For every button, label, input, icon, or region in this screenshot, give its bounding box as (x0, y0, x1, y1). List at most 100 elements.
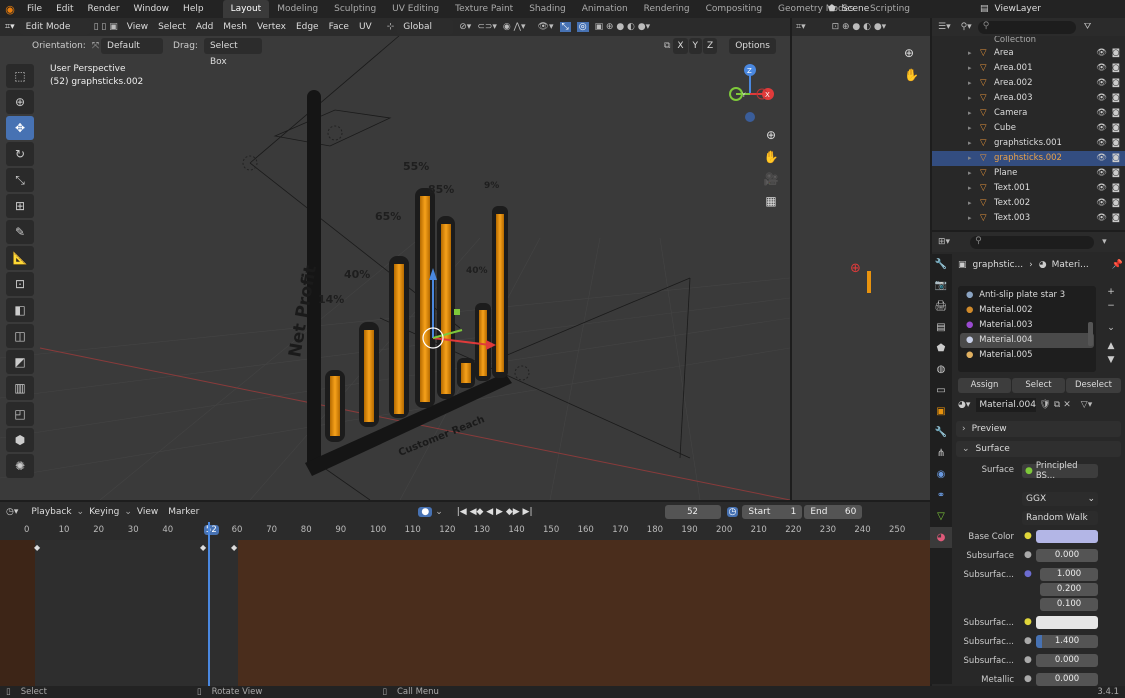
material-slot[interactable]: ● Material.002 (960, 303, 1094, 318)
render-camera-icon[interactable]: ◙ (1112, 46, 1120, 61)
subsurface-socket-icon[interactable]: ● (1024, 550, 1032, 560)
expand-icon[interactable]: ▸ (968, 196, 972, 211)
physics-tab-icon[interactable]: ◉ (930, 464, 952, 485)
material-slot[interactable]: ● Anti-slip plate star 3 (960, 288, 1094, 303)
vp-menu-uv[interactable]: UV (354, 19, 377, 35)
material-tab-icon[interactable]: ◕ (930, 527, 952, 548)
sss-method-select[interactable]: Random Walk ⌄ (1022, 511, 1098, 537)
render-camera-icon[interactable]: ◙ (1112, 61, 1120, 76)
expand-icon[interactable]: ▸ (968, 106, 972, 121)
menu-file[interactable]: File (20, 0, 49, 18)
keyframe-marker[interactable]: ◆ (200, 543, 206, 552)
pivot-icon[interactable]: ⊘▾ (459, 22, 471, 32)
distribution-select[interactable]: GGX ⌄ (1022, 492, 1098, 506)
tab-layout[interactable]: Layout (222, 0, 270, 18)
measure-tool-icon[interactable]: 📐 (6, 246, 34, 270)
select-mode-icons[interactable]: ▯ ▯ ▣ (94, 22, 118, 32)
mesh-symmetry-icon[interactable]: ⧉ (664, 41, 670, 51)
outliner-funnel-icon[interactable]: ⛛ (1084, 22, 1092, 32)
tab-texture-paint[interactable]: Texture Paint (447, 0, 521, 18)
material-slot[interactable]: ● Material.005 (960, 348, 1094, 363)
move-up-icon[interactable]: ▲ (1103, 341, 1119, 355)
add-slot-icon[interactable]: + (1103, 287, 1119, 301)
tab-uv-editing[interactable]: UV Editing (384, 0, 447, 18)
timeline-type-icon[interactable]: ◷▾ (6, 507, 18, 517)
tl-menu-view[interactable]: View (132, 504, 163, 520)
blender-logo-icon[interactable]: ◉ (0, 3, 20, 16)
render-camera-icon[interactable]: ◙ (1112, 166, 1120, 181)
material-name-field[interactable]: Material.004 (976, 398, 1037, 412)
properties-search-input[interactable]: ⚲ (970, 235, 1095, 249)
visibility-eye-icon[interactable]: 👁 (1096, 211, 1107, 226)
render-tab-icon[interactable]: 📷 (930, 275, 952, 296)
visibility-eye-icon[interactable]: 👁 (1096, 136, 1107, 151)
tab-sculpting[interactable]: Sculpting (326, 0, 384, 18)
properties-type-icon[interactable]: ⊞▾ (938, 237, 950, 247)
vp-menu-edge[interactable]: Edge (291, 19, 324, 35)
metallic-field[interactable]: 0.000 (1036, 673, 1098, 686)
orientation-select[interactable]: Default (101, 38, 164, 54)
slot-menu-icon[interactable]: ⌄ (1103, 315, 1119, 341)
mirror-y[interactable]: Y (688, 38, 703, 54)
menu-render[interactable]: Render (81, 0, 127, 18)
surface-panel[interactable]: ⌄ Surface (956, 441, 1121, 457)
spin-tool-icon[interactable]: ✺ (6, 454, 34, 478)
editor-type-icon[interactable]: ⌗▾ (0, 19, 20, 35)
drag-select[interactable]: Select Box (203, 38, 262, 67)
extrude-tool-icon[interactable]: ◧ (6, 298, 34, 322)
scene-tab-icon[interactable]: ⬟ (930, 338, 952, 359)
zoom2-icon[interactable]: ⊕ (904, 46, 914, 60)
outliner-item[interactable]: ▸ ▽ graphsticks.002 👁 ◙ (932, 151, 1125, 166)
material-browse-icon[interactable]: ◕▾ (958, 400, 970, 410)
vp-menu-add[interactable]: Add (191, 19, 218, 35)
tab-shading[interactable]: Shading (521, 0, 574, 18)
data-tab-icon[interactable]: ▽ (930, 506, 952, 527)
visibility-icon[interactable]: 👁▾ (538, 22, 554, 32)
particles-tab-icon[interactable]: ⋔ (930, 443, 952, 464)
visibility-eye-icon[interactable]: 👁 (1096, 61, 1107, 76)
visibility-eye-icon[interactable]: 👁 (1096, 91, 1107, 106)
world-tab-icon[interactable]: ◍ (930, 359, 952, 380)
scene-selector[interactable]: ⬟ Scene (828, 1, 869, 17)
material-slot[interactable]: ● Material.004 (960, 333, 1094, 348)
duplicate-icon[interactable]: ⧉ (1054, 400, 1060, 410)
rotate-tool-icon[interactable]: ↻ (6, 142, 34, 166)
pan2-hand-icon[interactable]: ✋ (904, 68, 919, 82)
tab-modeling[interactable]: Modeling (269, 0, 326, 18)
tab-animation[interactable]: Animation (574, 0, 636, 18)
camera-view-icon[interactable]: 🎥 (762, 172, 780, 194)
options-dropdown[interactable]: Options (729, 38, 776, 54)
vp-menu-select[interactable]: Select (153, 19, 191, 35)
outliner-item[interactable]: ▸ ▽ Area.001 👁 ◙ (932, 61, 1125, 76)
outliner-item[interactable]: ▸ ▽ Text.001 👁 ◙ (932, 181, 1125, 196)
visibility-eye-icon[interactable]: 👁 (1096, 106, 1107, 121)
secondary-viewport[interactable]: ⌗▾ ⊡ ⊕ ● ◐ ●▾ ⊕ ✋ ⊕ (790, 18, 930, 500)
outliner-item[interactable]: ▸ ▽ Camera 👁 ◙ (932, 106, 1125, 121)
subsurface-field[interactable]: 0.000 (1036, 549, 1098, 562)
tl-menu-playback[interactable]: Playback (26, 504, 76, 520)
expand-icon[interactable]: ▸ (968, 151, 972, 166)
tab-scripting[interactable]: Scripting (862, 0, 918, 18)
render-camera-icon[interactable]: ◙ (1112, 91, 1120, 106)
inset-tool-icon[interactable]: ◫ (6, 324, 34, 348)
expand-icon[interactable]: ▸ (968, 211, 972, 226)
cursor-tool-icon[interactable]: ⊕ (6, 90, 34, 114)
transform-orientation-select[interactable]: Global (397, 19, 454, 35)
tl-menu-marker[interactable]: Marker (163, 504, 204, 520)
radius-x-field[interactable]: 1.000 (1040, 568, 1098, 581)
unlink-icon[interactable]: ✕ (1063, 400, 1071, 410)
render-camera-icon[interactable]: ◙ (1112, 106, 1120, 121)
outliner-item[interactable]: ▸ ▽ Plane 👁 ◙ (932, 166, 1125, 181)
preview-range-icon[interactable]: ◷ (726, 507, 739, 517)
radius-y-field[interactable]: 0.200 (1040, 583, 1098, 596)
subsurface-color-swatch[interactable] (1036, 616, 1098, 629)
visibility-eye-icon[interactable]: 👁 (1096, 151, 1107, 166)
expand-icon[interactable]: ▸ (968, 136, 972, 151)
end-frame-field[interactable]: End 60 (804, 505, 863, 519)
base-color-socket-icon[interactable]: ● (1024, 531, 1032, 541)
outliner-collection-row[interactable]: Collection (932, 36, 1125, 46)
move-tool-icon[interactable]: ✥ (6, 116, 34, 140)
outliner-item[interactable]: ▸ ▽ Text.003 👁 ◙ (932, 211, 1125, 226)
keyframe-marker[interactable]: ◆ (231, 543, 237, 552)
expand-icon[interactable]: ▸ (968, 61, 972, 76)
